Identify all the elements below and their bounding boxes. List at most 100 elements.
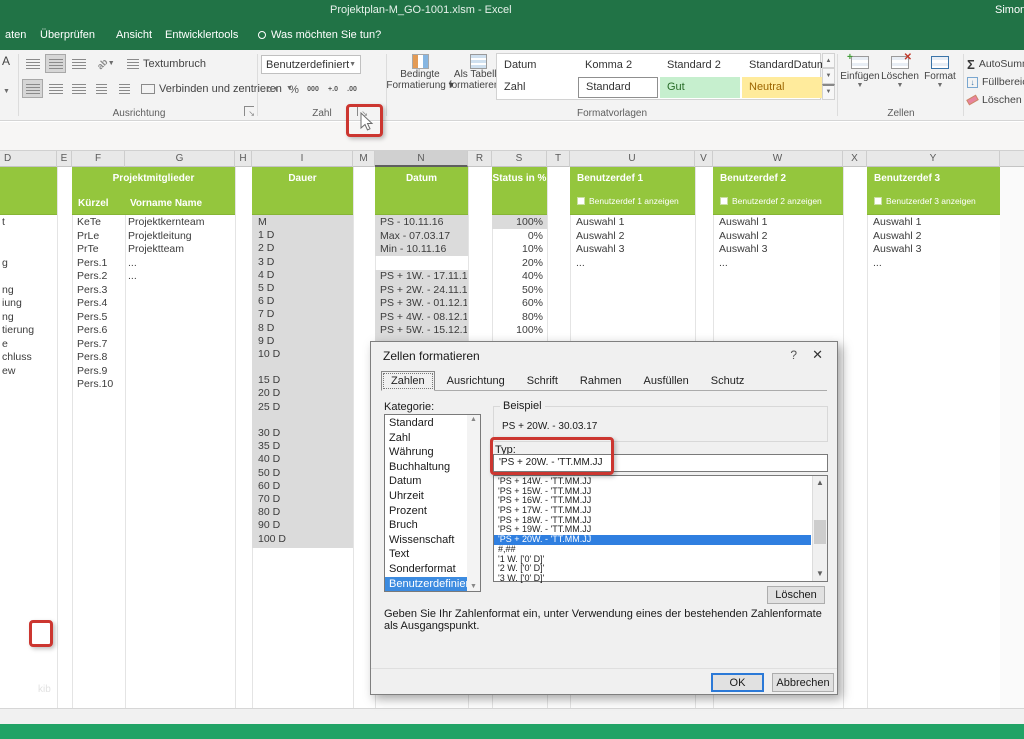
ok-button[interactable]: OK (711, 673, 764, 692)
cell[interactable]: 50% (492, 284, 543, 298)
scroll-down-icon[interactable]: ▼ (813, 567, 827, 581)
cell[interactable]: 15 D (258, 374, 352, 387)
align-left-button[interactable] (22, 79, 43, 98)
style-gut[interactable]: Gut (660, 77, 740, 98)
col-header-d[interactable]: D (0, 151, 57, 167)
col-header-x[interactable]: X (843, 151, 867, 167)
dialog-tab[interactable]: Ausfüllen (634, 371, 699, 391)
cell[interactable]: iung (2, 297, 56, 311)
style-standard-selected[interactable]: Standard (578, 77, 658, 98)
cell[interactable]: 90 D (258, 519, 352, 532)
col-header-y[interactable]: Y (867, 151, 1000, 167)
cell[interactable]: PS + 1W. - 17.11.16 (380, 270, 467, 284)
format-item[interactable]: #,## (494, 545, 811, 555)
green-cell-projektmitglieder[interactable]: Projektmitglieder Kürzel Vorname Name (72, 167, 235, 215)
gallery-more-button[interactable]: ▼ (822, 84, 835, 100)
conditional-formatting-button[interactable]: Bedingte Formatierung ▾ (390, 54, 450, 91)
cell[interactable]: 80% (492, 311, 543, 325)
autosum-button[interactable]: ΣAutoSumm (967, 55, 1024, 73)
tell-me-box[interactable]: Was möchten Sie tun? (258, 29, 381, 41)
cell[interactable]: 5 D (258, 282, 352, 295)
category-item[interactable]: Sonderformat (385, 562, 470, 577)
cell[interactable]: ... (576, 257, 676, 271)
number-format-dropdown[interactable]: Benutzerdefiniert▼ (261, 55, 361, 74)
cell[interactable]: ... (873, 257, 973, 271)
cell[interactable]: 6 D (258, 295, 352, 308)
scrollbar-thumb[interactable] (814, 520, 826, 544)
category-item[interactable]: Datum (385, 474, 470, 489)
cell[interactable]: 2 D (258, 242, 352, 255)
cell[interactable]: 25 D (258, 401, 352, 414)
cell[interactable]: 3 D (258, 256, 352, 269)
scroll-up-icon[interactable]: ▲ (813, 476, 827, 490)
style-datum[interactable]: Datum (497, 55, 577, 76)
fill-button[interactable]: ↓Füllbereich (967, 73, 1024, 91)
cell[interactable]: 20 D (258, 387, 352, 400)
cell[interactable]: t (2, 216, 56, 230)
font-size-icon[interactable]: A (2, 54, 10, 68)
style-komma2[interactable]: Komma 2 (578, 55, 658, 76)
cell[interactable]: Pers.10 (77, 378, 124, 392)
green-cell-phases[interactable] (0, 167, 57, 215)
cell[interactable]: Pers.4 (77, 297, 124, 311)
category-scrollbar[interactable]: ▲ ▼ (467, 415, 480, 591)
col-header-g[interactable]: G (125, 151, 235, 167)
cell[interactable]: Auswahl 3 (719, 243, 819, 257)
col-header-r[interactable]: R (468, 151, 492, 167)
cell[interactable]: e (2, 338, 56, 352)
col-header-v[interactable]: V (695, 151, 713, 167)
increase-indent-button[interactable] (114, 79, 135, 98)
cell[interactable]: 100% (492, 324, 543, 338)
cell[interactable]: Pers.2 (77, 270, 124, 284)
cell[interactable]: Auswahl 3 (873, 243, 973, 257)
cell[interactable] (258, 414, 352, 427)
green-cell-datum[interactable]: Datum (375, 167, 468, 215)
align-bottom-button[interactable] (68, 54, 89, 73)
category-item[interactable]: Zahl (385, 431, 470, 446)
cell[interactable]: 20% (492, 257, 543, 271)
style-neutral[interactable]: Neutral (742, 77, 827, 98)
align-top-button[interactable] (22, 54, 43, 73)
cell[interactable] (2, 230, 56, 244)
cell[interactable]: ng (2, 284, 56, 298)
green-cell-benutzerdef1[interactable]: Benutzerdef 1 Benutzerdef 1 anzeigen (570, 167, 695, 215)
col-header-m[interactable]: M (353, 151, 375, 167)
chevron-down-icon[interactable]: ▼ (3, 88, 10, 95)
wrap-text-button[interactable]: Textumbruch (123, 54, 210, 73)
cell[interactable]: PS + 5W. - 15.12.16 (380, 324, 467, 338)
cell[interactable]: Auswahl 2 (719, 230, 819, 244)
col-header-h[interactable]: H (235, 151, 252, 167)
format-item[interactable]: 'PS + 16W. - 'TT.MM.JJ (494, 496, 811, 506)
scroll-down-icon[interactable]: ▼ (467, 583, 480, 590)
cell[interactable]: 100 D (258, 533, 352, 546)
cell[interactable]: Max - 07.03.17 (380, 230, 467, 244)
cell[interactable] (258, 361, 352, 374)
cell[interactable]: Auswahl 1 (873, 216, 973, 230)
col-header-n-selected[interactable]: N (375, 151, 468, 167)
category-item[interactable]: Bruch (385, 518, 470, 533)
cell[interactable]: Auswahl 2 (873, 230, 973, 244)
cell[interactable]: 30 D (258, 427, 352, 440)
gallery-up-button[interactable]: ▲ (822, 53, 835, 68)
format-item[interactable]: 'PS + 18W. - 'TT.MM.JJ (494, 516, 811, 526)
clear-button[interactable]: Löschen ▾ (967, 91, 1024, 109)
cell[interactable]: 1 D (258, 229, 352, 242)
align-center-button[interactable] (45, 79, 66, 98)
cell[interactable]: g (2, 257, 56, 271)
category-item[interactable]: Währung (385, 445, 470, 460)
cell[interactable]: Pers.1 (77, 257, 124, 271)
cell[interactable]: Pers.3 (77, 284, 124, 298)
cell[interactable]: 10% (492, 243, 543, 257)
cell[interactable] (380, 257, 467, 271)
cell[interactable]: Auswahl 1 (719, 216, 819, 230)
cell[interactable]: Auswahl 1 (576, 216, 676, 230)
orientation-button[interactable]: ab▼ (91, 54, 121, 73)
cell[interactable]: 100% (492, 216, 543, 230)
category-item[interactable]: Benutzerdefiniert (385, 577, 470, 592)
cell[interactable]: ng (2, 311, 56, 325)
category-item[interactable]: Prozent (385, 504, 470, 519)
benutzerdef3-checkbox-row[interactable]: Benutzerdef 3 anzeigen (874, 196, 976, 206)
col-header-f[interactable]: F (72, 151, 125, 167)
checkbox-icon[interactable] (874, 197, 882, 205)
cell[interactable]: 50 D (258, 467, 352, 480)
